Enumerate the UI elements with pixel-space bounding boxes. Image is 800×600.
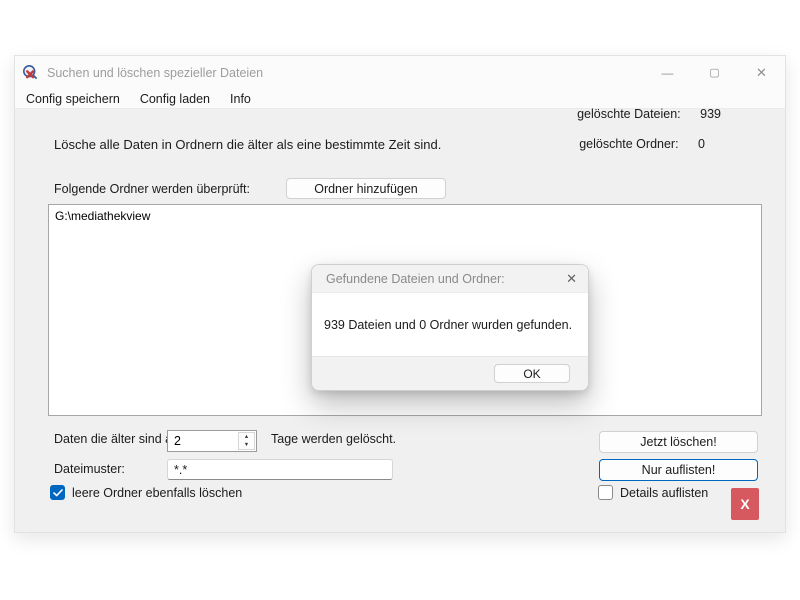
app-icon [22,64,39,81]
dialog-message: 939 Dateien und 0 Ordner wurden gefunden… [324,318,572,332]
empty-folders-checkbox-row: leere Ordner ebenfalls löschen [50,485,242,500]
deleted-files-value: 939 [700,107,721,121]
empty-folders-label: leere Ordner ebenfalls löschen [72,486,242,500]
maximize-icon[interactable]: ▢ [691,56,738,89]
list-only-button[interactable]: Nur auflisten! [599,459,758,481]
empty-folders-checkbox[interactable] [50,485,65,500]
deleted-folders-label: gelöschte Ordner: [579,137,678,151]
add-folder-button[interactable]: Ordner hinzufügen [286,178,446,199]
menu-info[interactable]: Info [230,92,251,106]
ok-button[interactable]: OK [494,364,570,383]
menubar: Config speichern Config laden Info [15,89,271,109]
pattern-label: Dateimuster: [54,462,125,476]
details-checkbox[interactable] [598,485,613,500]
deleted-files-stat: gelöschte Dateien: 939 [577,107,721,121]
close-icon[interactable]: ✕ [738,56,785,89]
dialog-body: 939 Dateien und 0 Ordner wurden gefunden… [312,293,588,356]
age-spinner: ▲ ▼ [167,430,257,452]
folders-checked-label: Folgende Ordner werden überprüft: [54,182,250,196]
spinner-up-icon[interactable]: ▲ [239,433,254,441]
details-label: Details auflisten [620,486,708,500]
deleted-folders-value: 0 [698,137,705,151]
folder-list-item[interactable]: G:\mediathekview [49,205,761,227]
age-input[interactable] [168,431,237,451]
pattern-input[interactable] [167,459,393,480]
menu-config-speichern[interactable]: Config speichern [26,92,120,106]
dialog-footer: OK [312,356,588,390]
dialog-titlebar: Gefundene Dateien und Ordner: ✕ [312,265,588,293]
app-window: Suchen und löschen spezieller Dateien — … [14,55,786,533]
abort-button[interactable]: X [731,488,759,520]
spinner-down-icon[interactable]: ▼ [239,441,254,449]
window-title: Suchen und löschen spezieller Dateien [47,66,263,80]
result-dialog: Gefundene Dateien und Ordner: ✕ 939 Date… [311,264,589,391]
delete-now-button[interactable]: Jetzt löschen! [599,431,758,453]
dialog-close-icon[interactable]: ✕ [566,265,577,293]
age-label: Daten die älter sind als: [54,432,185,446]
dialog-title: Gefundene Dateien und Ordner: [326,272,505,286]
titlebar: Suchen und löschen spezieller Dateien — … [15,56,785,89]
window-controls: — ▢ ✕ [644,56,785,89]
spinner-buttons: ▲ ▼ [238,432,255,450]
details-checkbox-row: Details auflisten [598,485,708,500]
deleted-files-label: gelöschte Dateien: [577,107,681,121]
check-icon [53,489,63,497]
minimize-icon[interactable]: — [644,56,691,89]
deleted-folders-stat: gelöschte Ordner: 0 [579,137,705,151]
description-label: Lösche alle Daten in Ordnern die älter a… [54,137,441,152]
menu-config-laden[interactable]: Config laden [140,92,210,106]
age-suffix-label: Tage werden gelöscht. [271,432,396,446]
